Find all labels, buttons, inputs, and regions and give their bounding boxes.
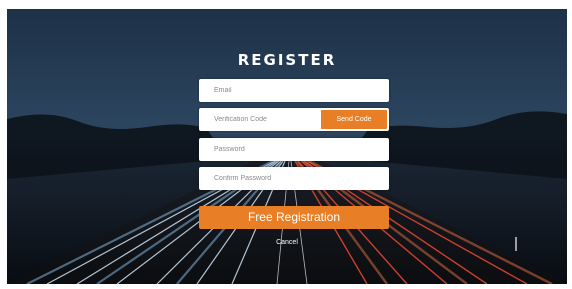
password-field[interactable] <box>199 138 389 161</box>
confirm-password-field-container <box>199 167 389 190</box>
page-title: REGISTER <box>237 51 337 69</box>
register-screen: REGISTER Send Code Free Registration Can… <box>7 9 567 284</box>
email-field[interactable] <box>199 79 389 102</box>
email-field-container <box>199 79 389 102</box>
confirm-password-field[interactable] <box>199 167 389 190</box>
cancel-link[interactable]: Cancel <box>7 239 567 246</box>
verification-code-field[interactable] <box>199 108 319 131</box>
password-field-container <box>199 138 389 161</box>
page-frame: REGISTER Send Code Free Registration Can… <box>0 0 572 289</box>
verification-code-field-container: Send Code <box>199 108 389 131</box>
send-code-button[interactable]: Send Code <box>321 110 387 129</box>
free-registration-button[interactable]: Free Registration <box>199 206 389 229</box>
